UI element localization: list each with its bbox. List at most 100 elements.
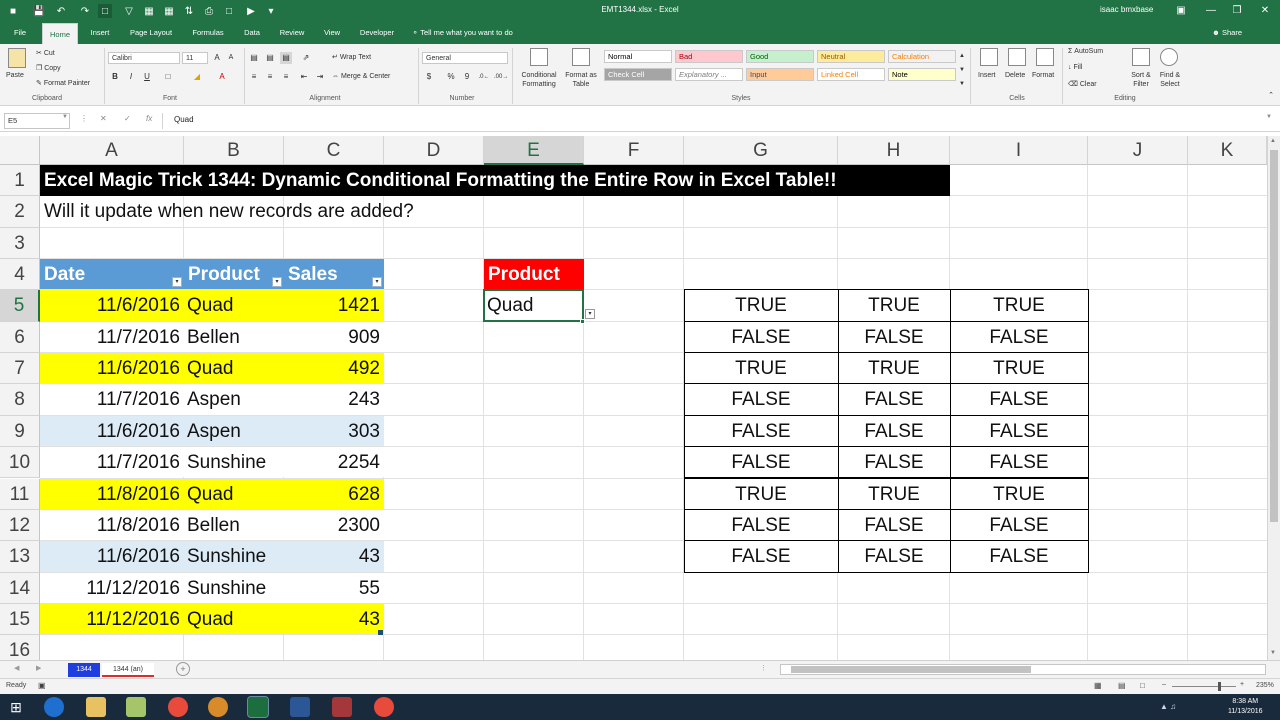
- clear-button[interactable]: ⌫ Clear: [1068, 80, 1097, 88]
- title-cell[interactable]: Excel Magic Trick 1344: Dynamic Conditio…: [44, 165, 944, 196]
- row-header-10[interactable]: 10: [0, 447, 40, 479]
- word-taskbar-icon[interactable]: [290, 697, 310, 717]
- next-sheet-icon[interactable]: ▶: [36, 664, 41, 672]
- column-header-d[interactable]: D: [384, 136, 484, 165]
- bool-cell[interactable]: FALSE: [684, 541, 838, 572]
- row-header-7[interactable]: 7: [0, 353, 40, 385]
- bold-button[interactable]: B: [110, 71, 120, 83]
- cut-button[interactable]: ✂ Cut: [36, 49, 55, 57]
- insert-button[interactable]: Insert: [978, 72, 996, 79]
- copy-button[interactable]: ❐ Copy: [36, 64, 61, 72]
- column-header-f[interactable]: F: [584, 136, 684, 165]
- row-header-14[interactable]: 14: [0, 572, 40, 604]
- cell-style-good[interactable]: Good: [746, 50, 814, 63]
- table-cell-sales[interactable]: 2300: [284, 510, 380, 541]
- normal-view-icon[interactable]: ▦: [1094, 681, 1102, 690]
- vertical-scrollbar[interactable]: ▲ ▼: [1267, 136, 1280, 660]
- ie-browser-icon[interactable]: [44, 697, 64, 717]
- table-cell-date[interactable]: 11/6/2016: [40, 290, 180, 321]
- bool-cell[interactable]: FALSE: [684, 416, 838, 447]
- percent-button[interactable]: %: [446, 71, 456, 83]
- cell-style-normal[interactable]: Normal: [604, 50, 672, 63]
- table-cell-sales[interactable]: 628: [284, 479, 380, 510]
- row-header-3[interactable]: 3: [0, 227, 40, 260]
- name-box[interactable]: E5: [4, 113, 70, 129]
- table-cell-sales[interactable]: 1421: [284, 290, 380, 321]
- column-header-g[interactable]: G: [684, 136, 838, 165]
- row-header-13[interactable]: 13: [0, 541, 40, 573]
- page-layout-view-icon[interactable]: ▤: [1118, 681, 1126, 690]
- column-header-i[interactable]: I: [950, 136, 1088, 165]
- tab-split-grip-icon[interactable]: ⋮: [760, 664, 767, 672]
- conditional-formatting-button[interactable]: Conditional Formatting: [518, 71, 560, 89]
- row-header-15[interactable]: 15: [0, 603, 40, 636]
- bool-cell[interactable]: FALSE: [838, 541, 950, 572]
- new-sheet-icon[interactable]: +: [176, 662, 190, 676]
- horizontal-scrollbar[interactable]: [780, 664, 1266, 675]
- insert-function-button[interactable]: fx: [146, 114, 152, 123]
- cell-style-linked-cell[interactable]: Linked Cell: [817, 68, 885, 81]
- table-header-sales[interactable]: Sales: [288, 259, 368, 290]
- filter-dropdown-icon[interactable]: ▾: [272, 277, 282, 288]
- currency-button[interactable]: $: [424, 71, 434, 83]
- table-cell-product[interactable]: Quad: [187, 290, 283, 321]
- taskbar-clock[interactable]: 8:38 AM 11/13/2016: [1228, 697, 1263, 717]
- bool-cell[interactable]: FALSE: [838, 510, 950, 541]
- cancel-entry-button[interactable]: ✕: [100, 114, 107, 123]
- zoom-slider-thumb[interactable]: [1218, 682, 1221, 691]
- table-cell-date[interactable]: 11/7/2016: [40, 384, 180, 415]
- fill-handle[interactable]: [580, 318, 585, 324]
- excel-taskbar-icon[interactable]: [247, 696, 269, 718]
- share-button[interactable]: ☻ Share: [1212, 22, 1242, 44]
- number-format-select[interactable]: General: [422, 52, 508, 64]
- orientation-icon[interactable]: ⇗: [298, 52, 314, 64]
- media-app-icon[interactable]: [208, 697, 228, 717]
- bool-cell[interactable]: FALSE: [684, 322, 838, 353]
- align-middle-icon[interactable]: ▤: [264, 52, 276, 64]
- cell-style-neutral[interactable]: Neutral: [817, 50, 885, 63]
- bool-cell[interactable]: FALSE: [950, 384, 1088, 415]
- decrease-indent-icon[interactable]: ⇤: [298, 71, 310, 83]
- paste-icon[interactable]: [8, 48, 26, 68]
- row-header-5[interactable]: 5: [0, 290, 40, 322]
- font-size-select[interactable]: 11: [182, 52, 208, 64]
- chrome-icon[interactable]: [168, 697, 188, 717]
- tab-home[interactable]: Home: [42, 23, 78, 44]
- cell-style-calculation[interactable]: Calculation: [888, 50, 956, 63]
- fill-color-icon[interactable]: ◢: [190, 71, 204, 83]
- enter-button[interactable]: ✓: [124, 114, 131, 123]
- bool-cell[interactable]: TRUE: [838, 290, 950, 321]
- table-cell-sales[interactable]: 909: [284, 322, 380, 353]
- filter-dropdown-icon[interactable]: ▾: [372, 277, 382, 288]
- table-cell-date[interactable]: 11/8/2016: [40, 479, 180, 510]
- chrome-2-icon[interactable]: [374, 697, 394, 717]
- cell-style-bad[interactable]: Bad: [675, 50, 743, 63]
- table-cell-sales[interactable]: 492: [284, 353, 380, 384]
- zoom-out-icon[interactable]: –: [1162, 681, 1166, 688]
- comma-button[interactable]: 9: [462, 71, 472, 83]
- question-cell[interactable]: Will it update when new records are adde…: [44, 196, 644, 227]
- vertical-scroll-thumb[interactable]: [1270, 150, 1278, 522]
- table-cell-sales[interactable]: 243: [284, 384, 380, 415]
- merge-center-button[interactable]: ⇔ Merge & Center: [332, 73, 390, 80]
- table-cell-date[interactable]: 11/7/2016: [40, 322, 180, 353]
- table-cell-date[interactable]: 11/12/2016: [40, 573, 180, 604]
- restore-button[interactable]: ❒: [1222, 3, 1252, 19]
- bool-cell[interactable]: FALSE: [838, 447, 950, 478]
- macro-record-icon[interactable]: ▣: [38, 681, 46, 690]
- row-header-8[interactable]: 8: [0, 384, 40, 416]
- decrease-decimal-icon[interactable]: .00→: [494, 71, 508, 83]
- align-top-icon[interactable]: ▤: [248, 52, 260, 64]
- bool-cell[interactable]: TRUE: [684, 479, 838, 510]
- table-cell-date[interactable]: 11/12/2016: [40, 604, 180, 635]
- row-header-9[interactable]: 9: [0, 415, 40, 448]
- bool-cell[interactable]: TRUE: [684, 353, 838, 384]
- sort-filter-icon[interactable]: [1132, 48, 1150, 66]
- tab-formulas[interactable]: Formulas: [186, 22, 230, 44]
- find-select-button[interactable]: Find & Select: [1156, 71, 1184, 89]
- cell-style-input[interactable]: Input: [746, 68, 814, 81]
- table-cell-product[interactable]: Sunshine: [187, 573, 283, 604]
- bool-cell[interactable]: FALSE: [950, 510, 1088, 541]
- table-cell-date[interactable]: 11/6/2016: [40, 416, 180, 447]
- bool-cell[interactable]: FALSE: [684, 384, 838, 415]
